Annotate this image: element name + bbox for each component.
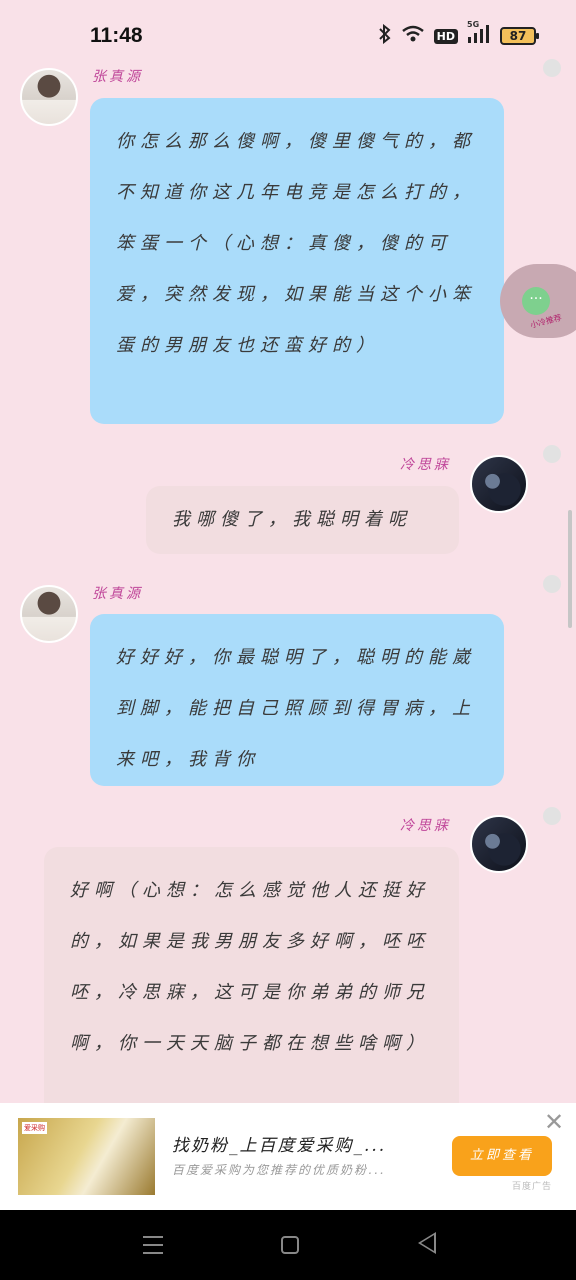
status-time: 11:48	[90, 24, 143, 47]
menu-dot[interactable]	[543, 445, 561, 463]
ad-source: 百度广告	[512, 1182, 553, 1192]
floating-button[interactable]: ··· 小冷推荐	[500, 264, 576, 338]
wifi-icon	[401, 25, 425, 47]
home-icon[interactable]	[281, 1236, 299, 1254]
ad-title[interactable]: 找奶粉_上百度爱采购_...	[172, 1131, 386, 1156]
message-bubble[interactable]: 我哪傻了，我聪明着呢	[146, 486, 459, 554]
ad-logo: 爱采购	[22, 1122, 47, 1134]
navigation-bar	[0, 1210, 576, 1280]
signal-icon: 5G	[467, 20, 491, 47]
scrollbar[interactable]	[568, 510, 572, 628]
avatar[interactable]	[470, 455, 528, 513]
back-icon[interactable]	[418, 1232, 436, 1254]
ad-image[interactable]: 爱采购	[18, 1118, 155, 1195]
battery-icon: 87	[500, 27, 539, 45]
sender-name: 张真源	[92, 69, 143, 85]
menu-icon[interactable]	[143, 1236, 163, 1254]
menu-dot[interactable]	[543, 807, 561, 825]
ad-description: 百度爱采购为您推荐的优质奶粉...	[172, 1163, 386, 1177]
message-bubble[interactable]: 好好好，你最聪明了，聪明的能崴到脚，能把自己照顾到得胃病，上来吧，我背你	[90, 614, 504, 786]
menu-dot[interactable]	[543, 575, 561, 593]
status-icons: HD 5G 87	[378, 20, 539, 48]
sender-name: 张真源	[92, 586, 143, 602]
status-bar: 11:48 HD 5G 87	[0, 0, 576, 70]
close-icon[interactable]: ✕	[544, 1109, 564, 1135]
menu-dot[interactable]	[543, 59, 561, 77]
hd-badge: HD	[433, 28, 458, 44]
signal-label: 5G	[467, 20, 480, 29]
message-bubble[interactable]: 好啊（心想：怎么感觉他人还挺好的，如果是我男朋友多好啊，呸呸呸，冷思寐，这可是你…	[44, 847, 459, 1122]
avatar[interactable]	[20, 68, 78, 126]
ad-banner[interactable]: 爱采购 找奶粉_上百度爱采购_... 百度爱采购为您推荐的优质奶粉... 立即查…	[0, 1103, 576, 1210]
bluetooth-icon	[378, 23, 392, 48]
message-bubble[interactable]: 你怎么那么傻啊，傻里傻气的，都不知道你这几年电竞是怎么打的，笨蛋一个（心想：真傻…	[90, 98, 504, 424]
sender-name: 冷思寐	[400, 457, 451, 473]
sender-name: 冷思寐	[400, 818, 451, 834]
avatar[interactable]	[470, 815, 528, 873]
ad-view-button[interactable]: 立即查看	[452, 1136, 552, 1176]
more-icon: ···	[522, 287, 550, 315]
avatar[interactable]	[20, 585, 78, 643]
